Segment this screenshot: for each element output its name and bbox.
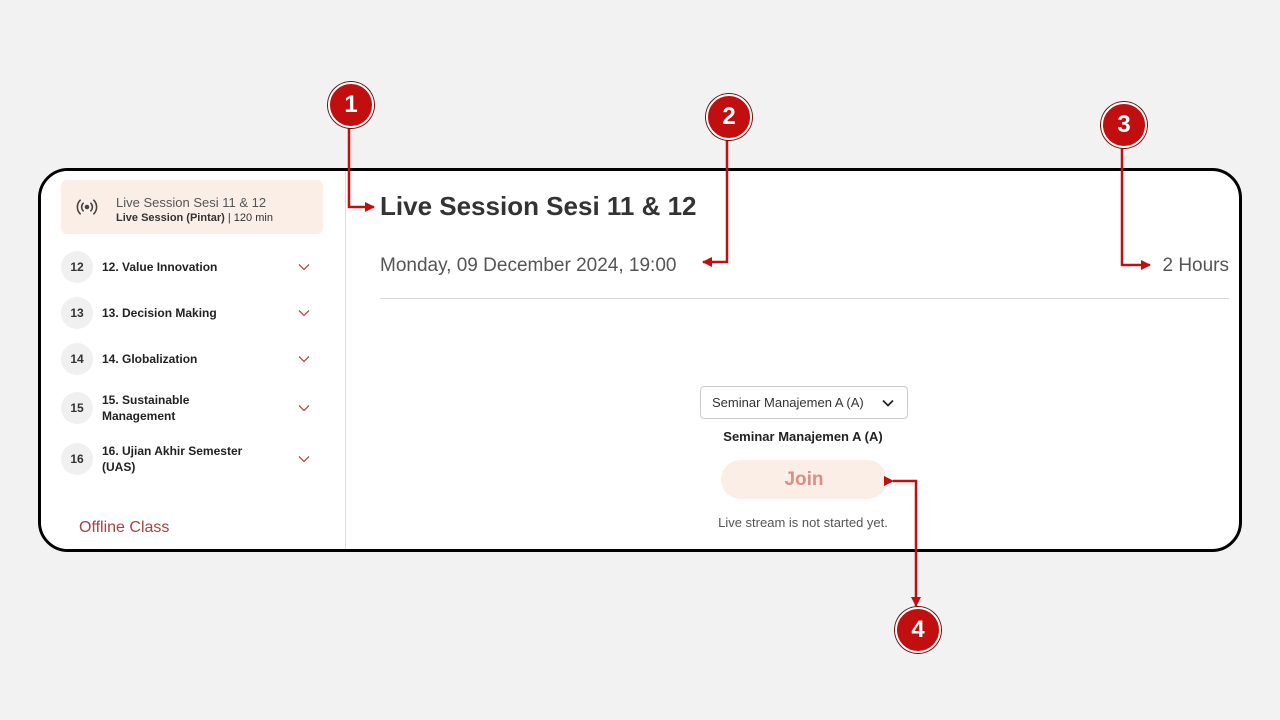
annotation-arrow-4 <box>884 476 921 607</box>
annotation-badge-4: 4 <box>895 607 941 653</box>
annotation-badge-3: 3 <box>1101 102 1147 148</box>
annotation-arrow-2 <box>702 127 732 267</box>
annotation-arrow-1 <box>344 115 375 212</box>
annotation-arrow-3 <box>1117 135 1151 270</box>
annotation-badge-2: 2 <box>706 94 752 140</box>
annotation-arrows <box>344 115 1151 607</box>
annotation-badge-1: 1 <box>328 82 374 128</box>
